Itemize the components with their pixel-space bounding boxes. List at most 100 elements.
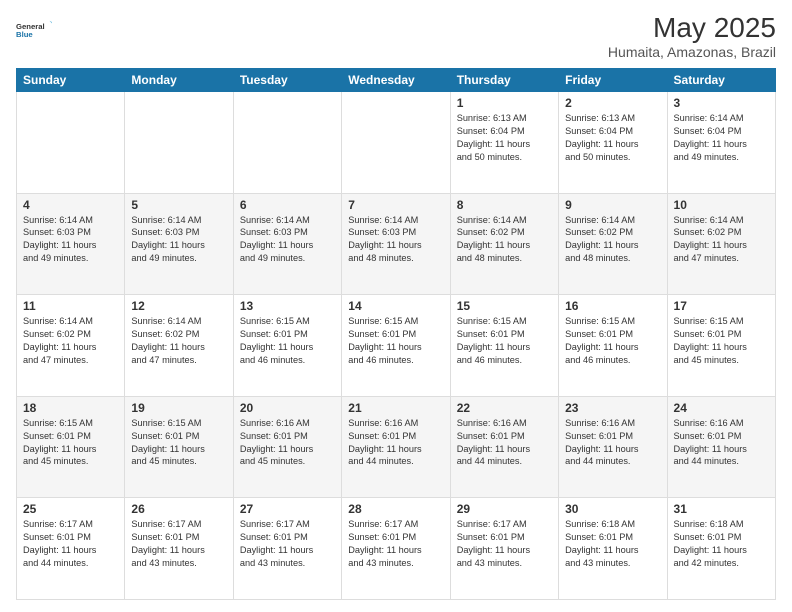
day-info: Sunrise: 6:17 AMSunset: 6:01 PMDaylight:… [457, 518, 552, 570]
day-info: Sunrise: 6:16 AMSunset: 6:01 PMDaylight:… [457, 417, 552, 469]
day-number: 27 [240, 502, 335, 516]
day-info: Sunrise: 6:15 AMSunset: 6:01 PMDaylight:… [565, 315, 660, 367]
day-cell-4: 4 Sunrise: 6:14 AMSunset: 6:03 PMDaylight… [17, 193, 125, 295]
calendar-table: SundayMondayTuesdayWednesdayThursdayFrid… [16, 68, 776, 600]
day-number: 24 [674, 401, 769, 415]
day-number: 6 [240, 198, 335, 212]
week-row-5: 25 Sunrise: 6:17 AMSunset: 6:01 PMDayligh… [17, 498, 776, 600]
weekday-header-sunday: Sunday [17, 69, 125, 92]
week-row-1: 1 Sunrise: 6:13 AMSunset: 6:04 PMDaylight… [17, 92, 776, 194]
weekday-header-tuesday: Tuesday [233, 69, 341, 92]
empty-cell [17, 92, 125, 194]
day-info: Sunrise: 6:15 AMSunset: 6:01 PMDaylight:… [348, 315, 443, 367]
day-number: 7 [348, 198, 443, 212]
day-cell-18: 18 Sunrise: 6:15 AMSunset: 6:01 PMDayligh… [17, 396, 125, 498]
day-number: 10 [674, 198, 769, 212]
day-number: 2 [565, 96, 660, 110]
day-number: 25 [23, 502, 118, 516]
day-cell-12: 12 Sunrise: 6:14 AMSunset: 6:02 PMDayligh… [125, 295, 233, 397]
day-cell-14: 14Sunrise: 6:15 AMSunset: 6:01 PMDayligh… [342, 295, 450, 397]
main-title: May 2025 [608, 12, 776, 44]
day-cell-13: 13 Sunrise: 6:15 AMSunset: 6:01 PMDayligh… [233, 295, 341, 397]
day-number: 11 [23, 299, 118, 313]
day-info: Sunrise: 6:14 AMSunset: 6:03 PMDaylight:… [240, 214, 335, 266]
day-cell-17: 17Sunrise: 6:15 AMSunset: 6:01 PMDayligh… [667, 295, 775, 397]
day-number: 15 [457, 299, 552, 313]
day-number: 29 [457, 502, 552, 516]
day-info: Sunrise: 6:13 AMSunset: 6:04 PMDaylight:… [565, 112, 660, 164]
day-cell-24: 24Sunrise: 6:16 AMSunset: 6:01 PMDayligh… [667, 396, 775, 498]
day-cell-8: 8Sunrise: 6:14 AMSunset: 6:02 PMDaylight… [450, 193, 558, 295]
day-number: 1 [457, 96, 552, 110]
day-cell-1: 1Sunrise: 6:13 AMSunset: 6:04 PMDaylight… [450, 92, 558, 194]
day-cell-21: 21Sunrise: 6:16 AMSunset: 6:01 PMDayligh… [342, 396, 450, 498]
day-cell-10: 10 Sunrise: 6:14 AMSunset: 6:02 PMDayligh… [667, 193, 775, 295]
weekday-header-thursday: Thursday [450, 69, 558, 92]
day-number: 20 [240, 401, 335, 415]
day-cell-23: 23 Sunrise: 6:16 AMSunset: 6:01 PMDayligh… [559, 396, 667, 498]
day-cell-6: 6 Sunrise: 6:14 AMSunset: 6:03 PMDaylight… [233, 193, 341, 295]
day-number: 22 [457, 401, 552, 415]
day-info: Sunrise: 6:14 AMSunset: 6:02 PMDaylight:… [131, 315, 226, 367]
week-row-2: 4 Sunrise: 6:14 AMSunset: 6:03 PMDaylight… [17, 193, 776, 295]
logo-svg: General Blue [16, 12, 52, 48]
day-info: Sunrise: 6:18 AMSunset: 6:01 PMDaylight:… [565, 518, 660, 570]
day-info: Sunrise: 6:15 AMSunset: 6:01 PMDaylight:… [457, 315, 552, 367]
day-info: Sunrise: 6:17 AMSunset: 6:01 PMDaylight:… [23, 518, 118, 570]
day-cell-29: 29 Sunrise: 6:17 AMSunset: 6:01 PMDayligh… [450, 498, 558, 600]
svg-text:General: General [16, 22, 45, 31]
page: General Blue May 2025 Humaita, Amazonas,… [0, 0, 792, 612]
svg-text:Blue: Blue [16, 30, 33, 39]
day-cell-22: 22 Sunrise: 6:16 AMSunset: 6:01 PMDayligh… [450, 396, 558, 498]
day-number: 26 [131, 502, 226, 516]
title-block: May 2025 Humaita, Amazonas, Brazil [608, 12, 776, 60]
day-info: Sunrise: 6:14 AMSunset: 6:02 PMDaylight:… [674, 214, 769, 266]
day-cell-30: 30 Sunrise: 6:18 AMSunset: 6:01 PMDayligh… [559, 498, 667, 600]
day-info: Sunrise: 6:14 AMSunset: 6:03 PMDaylight:… [131, 214, 226, 266]
day-info: Sunrise: 6:17 AMSunset: 6:01 PMDaylight:… [240, 518, 335, 570]
day-number: 9 [565, 198, 660, 212]
day-number: 4 [23, 198, 118, 212]
weekday-header-monday: Monday [125, 69, 233, 92]
day-info: Sunrise: 6:15 AMSunset: 6:01 PMDaylight:… [23, 417, 118, 469]
day-info: Sunrise: 6:17 AMSunset: 6:01 PMDaylight:… [348, 518, 443, 570]
day-cell-16: 16 Sunrise: 6:15 AMSunset: 6:01 PMDayligh… [559, 295, 667, 397]
week-row-3: 11 Sunrise: 6:14 AMSunset: 6:02 PMDayligh… [17, 295, 776, 397]
day-info: Sunrise: 6:15 AMSunset: 6:01 PMDaylight:… [131, 417, 226, 469]
day-number: 19 [131, 401, 226, 415]
day-number: 13 [240, 299, 335, 313]
day-cell-11: 11 Sunrise: 6:14 AMSunset: 6:02 PMDayligh… [17, 295, 125, 397]
day-cell-25: 25 Sunrise: 6:17 AMSunset: 6:01 PMDayligh… [17, 498, 125, 600]
day-number: 31 [674, 502, 769, 516]
day-number: 16 [565, 299, 660, 313]
day-cell-28: 28Sunrise: 6:17 AMSunset: 6:01 PMDayligh… [342, 498, 450, 600]
day-number: 18 [23, 401, 118, 415]
weekday-header-wednesday: Wednesday [342, 69, 450, 92]
week-row-4: 18 Sunrise: 6:15 AMSunset: 6:01 PMDayligh… [17, 396, 776, 498]
day-info: Sunrise: 6:16 AMSunset: 6:01 PMDaylight:… [240, 417, 335, 469]
day-cell-9: 9Sunrise: 6:14 AMSunset: 6:02 PMDaylight… [559, 193, 667, 295]
day-info: Sunrise: 6:14 AMSunset: 6:02 PMDaylight:… [23, 315, 118, 367]
weekday-header-friday: Friday [559, 69, 667, 92]
day-number: 5 [131, 198, 226, 212]
day-info: Sunrise: 6:14 AMSunset: 6:04 PMDaylight:… [674, 112, 769, 164]
empty-cell [125, 92, 233, 194]
day-info: Sunrise: 6:16 AMSunset: 6:01 PMDaylight:… [348, 417, 443, 469]
day-number: 23 [565, 401, 660, 415]
day-cell-27: 27 Sunrise: 6:17 AMSunset: 6:01 PMDayligh… [233, 498, 341, 600]
day-info: Sunrise: 6:14 AMSunset: 6:03 PMDaylight:… [23, 214, 118, 266]
logo: General Blue [16, 12, 52, 48]
day-info: Sunrise: 6:14 AMSunset: 6:03 PMDaylight:… [348, 214, 443, 266]
day-cell-20: 20 Sunrise: 6:16 AMSunset: 6:01 PMDayligh… [233, 396, 341, 498]
day-number: 3 [674, 96, 769, 110]
day-info: Sunrise: 6:15 AMSunset: 6:01 PMDaylight:… [240, 315, 335, 367]
weekday-header-saturday: Saturday [667, 69, 775, 92]
subtitle: Humaita, Amazonas, Brazil [608, 44, 776, 60]
day-number: 17 [674, 299, 769, 313]
day-number: 12 [131, 299, 226, 313]
day-cell-5: 5 Sunrise: 6:14 AMSunset: 6:03 PMDaylight… [125, 193, 233, 295]
day-info: Sunrise: 6:16 AMSunset: 6:01 PMDaylight:… [565, 417, 660, 469]
day-cell-7: 7 Sunrise: 6:14 AMSunset: 6:03 PMDaylight… [342, 193, 450, 295]
day-number: 30 [565, 502, 660, 516]
day-number: 8 [457, 198, 552, 212]
